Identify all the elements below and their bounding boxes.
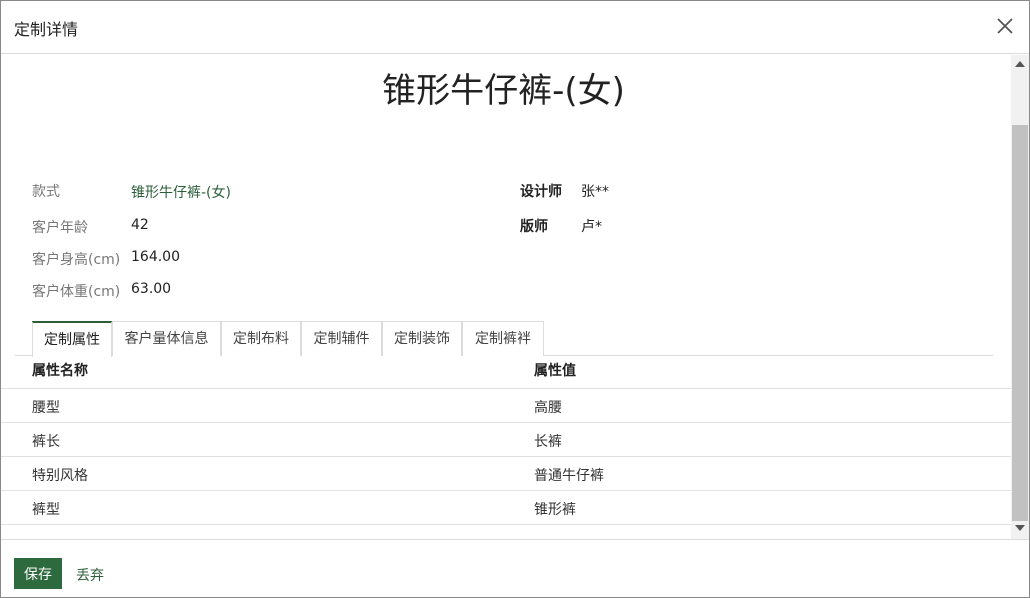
weight-value: 63.00 — [131, 281, 172, 297]
tab-custom-belt-loops[interactable]: 定制裤袢 — [462, 321, 544, 356]
height-value: 164.00 — [131, 249, 180, 265]
row-divider — [1, 388, 1011, 389]
row-1-value: 高腰 — [534, 400, 562, 416]
row-1-name: 腰型 — [32, 400, 60, 416]
dialog-header: 定制详情 — [1, 1, 1029, 54]
dialog-body: 锥形牛仔裤-(女) 款式 锥形牛仔裤-(女) 客户年龄 42 客户身高(cm) … — [1, 55, 1029, 539]
discard-button[interactable]: 丢弃 — [76, 565, 104, 585]
row-divider — [1, 524, 1011, 525]
column-header-name: 属性名称 — [32, 363, 88, 379]
style-value-link[interactable]: 锥形牛仔裤-(女) — [131, 182, 231, 202]
row-2-name: 裤长 — [32, 434, 60, 450]
scroll-up-arrow-icon[interactable] — [1015, 61, 1025, 67]
age-value: 42 — [131, 217, 149, 233]
tab-customer-measurements[interactable]: 客户量体信息 — [112, 321, 221, 356]
height-label: 客户身高(cm) — [32, 252, 121, 268]
designer-label: 设计师 — [520, 184, 562, 200]
row-4-name: 裤型 — [32, 502, 60, 518]
row-divider — [1, 422, 1011, 423]
save-button[interactable]: 保存 — [14, 558, 62, 589]
patternmaker-value: 卢* — [581, 219, 602, 235]
tab-custom-accessories[interactable]: 定制辅件 — [301, 321, 382, 356]
custom-detail-dialog: 定制详情 锥形牛仔裤-(女) 款式 锥形牛仔裤-(女) 客户年龄 42 客户身高… — [0, 0, 1030, 598]
scrollbar-thumb[interactable] — [1012, 125, 1028, 521]
dialog-title: 定制详情 — [14, 20, 79, 39]
row-4-value: 锥形裤 — [534, 502, 576, 518]
age-label: 客户年龄 — [32, 220, 88, 236]
scroll-down-arrow-icon[interactable] — [1015, 525, 1025, 531]
row-divider — [1, 490, 1011, 491]
tab-custom-fabric[interactable]: 定制布料 — [221, 321, 301, 356]
tab-custom-decoration[interactable]: 定制装饰 — [382, 321, 462, 356]
product-title: 锥形牛仔裤-(女) — [382, 71, 625, 111]
detail-tabs: 定制属性 客户量体信息 定制布料 定制辅件 定制装饰 定制裤袢 — [15, 321, 993, 357]
designer-value: 张** — [581, 184, 609, 200]
row-3-name: 特别风格 — [32, 468, 88, 484]
row-divider — [1, 456, 1011, 457]
tab-custom-attributes[interactable]: 定制属性 — [32, 321, 112, 357]
row-2-value: 长裤 — [534, 434, 562, 450]
column-header-value: 属性值 — [534, 363, 576, 379]
dialog-footer: 保存 丢弃 — [1, 539, 1029, 597]
vertical-scrollbar[interactable] — [1011, 55, 1029, 539]
patternmaker-label: 版师 — [520, 219, 548, 235]
close-icon[interactable] — [993, 14, 1017, 38]
style-label: 款式 — [32, 184, 60, 200]
weight-label: 客户体重(cm) — [32, 284, 121, 300]
row-3-value: 普通牛仔裤 — [534, 468, 604, 484]
